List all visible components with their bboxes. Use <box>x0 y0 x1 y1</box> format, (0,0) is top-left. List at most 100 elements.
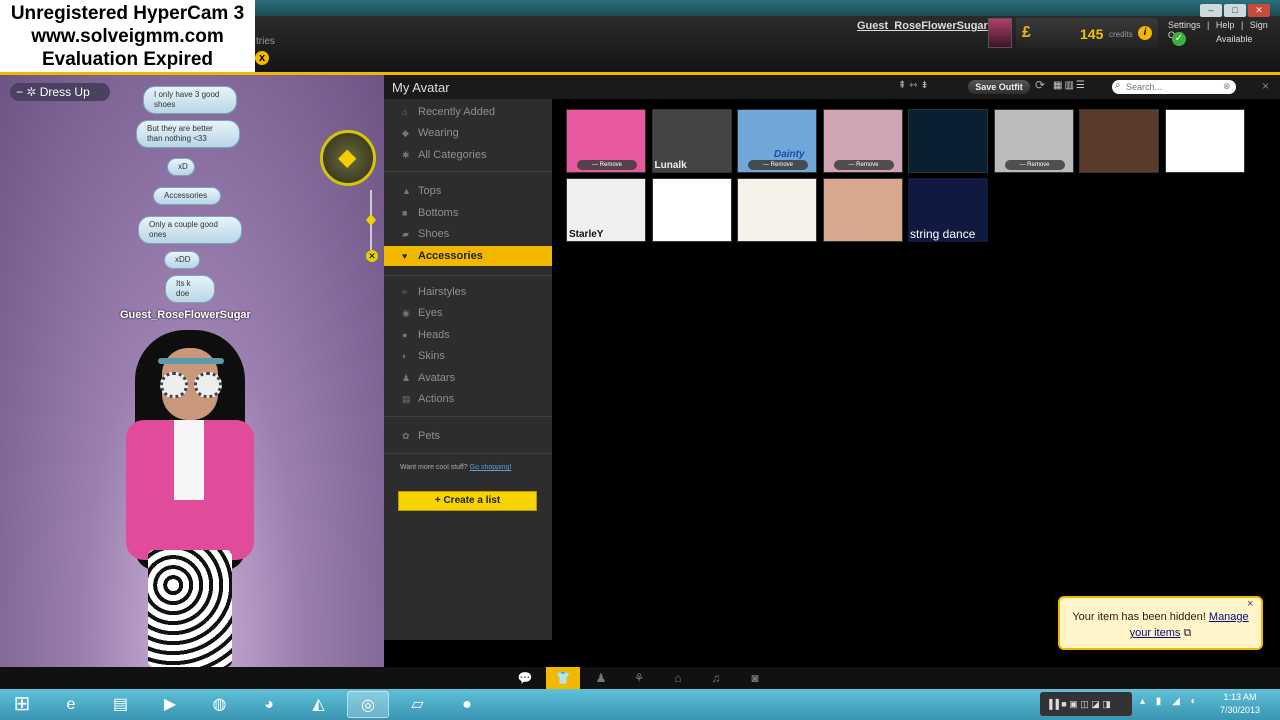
clock[interactable]: 1:13 AM 7/30/2013 <box>1212 691 1268 717</box>
remove-button[interactable]: — Remove <box>748 160 808 170</box>
media-app-icon[interactable]: ▶ <box>149 691 191 718</box>
heart-necklace-item[interactable]: — Remove <box>993 109 1074 173</box>
minimize-button[interactable]: – <box>1200 4 1222 17</box>
camera-icon[interactable]: ◙ <box>738 667 772 689</box>
scene-close-icon[interactable]: ✕ <box>366 250 378 262</box>
camera-nav-icon[interactable] <box>320 130 376 186</box>
explorer-app-icon[interactable]: ▤ <box>100 691 142 718</box>
gimp-app-icon[interactable]: ◭ <box>298 691 340 718</box>
eye-icon: ◉ <box>402 308 410 318</box>
go-shopping-link[interactable]: Go shopping! <box>470 464 512 471</box>
bottoms-icon: ■ <box>402 208 408 218</box>
category-label: Accessories <box>418 250 483 262</box>
imvu-app-icon[interactable]: ◎ <box>347 691 389 718</box>
paint-app-icon[interactable]: ▱ <box>397 691 439 718</box>
gold-bracelet-item[interactable] <box>908 109 988 173</box>
hoop-earring-item[interactable]: StarleY <box>566 178 646 242</box>
category-pets[interactable]: ✿ Pets <box>384 426 552 446</box>
tag-icon: ⌂ <box>402 107 408 117</box>
search-clear-icon[interactable]: ⊗ <box>1223 81 1231 92</box>
sunglasses-item[interactable]: — Remove <box>566 109 646 173</box>
dress-up-toggle[interactable]: − ✲ Dress Up <box>10 83 110 101</box>
category-label: Pets <box>418 430 441 442</box>
avatar-figure[interactable] <box>120 330 260 667</box>
view-mode-icons[interactable]: ▦▥☰ <box>1053 80 1087 91</box>
zoom-slider[interactable]: ✕ <box>366 190 378 262</box>
zoom-thumb[interactable] <box>366 214 376 226</box>
tile-caption: Lunalk <box>654 160 687 171</box>
key-item[interactable]: Lunalk <box>651 109 732 173</box>
category-actions[interactable]: ▤ Actions <box>384 389 552 409</box>
chat-nav-icon[interactable]: 💬 <box>508 667 542 689</box>
category-hairstyles[interactable]: ≈ Hairstyles <box>384 282 552 302</box>
watermark-close-icon[interactable]: x <box>255 51 269 65</box>
credits-value: 145 <box>1080 26 1104 42</box>
toast-close-icon[interactable]: × <box>1247 598 1253 610</box>
all-icon: ✱ <box>402 150 410 160</box>
category-wearing[interactable]: ◆ Wearing <box>384 123 552 143</box>
avatar-icon: ♟ <box>402 373 411 383</box>
bracelet-item[interactable]: — Remove Dainty <box>737 109 817 173</box>
settings-link[interactable]: Settings <box>1168 20 1201 30</box>
status-dropdown[interactable]: Available <box>1216 34 1252 44</box>
avatar-nav-icon[interactable]: ♟ <box>584 667 618 689</box>
category-label: All Categories <box>418 149 487 161</box>
record-app-icon[interactable]: ● <box>446 691 488 718</box>
string-dance-item[interactable]: string dance <box>908 178 988 242</box>
help-link[interactable]: Help <box>1216 20 1235 30</box>
save-outfit-button[interactable]: Save Outfit <box>968 80 1030 94</box>
divider <box>384 453 552 454</box>
music-nav-icon[interactable]: ♫ <box>699 667 733 689</box>
category-shoes[interactable]: ▰ Shoes <box>384 224 552 244</box>
recorder-controls[interactable]: ▐▐ ■ ▣ ◫ ◪ ◨ <box>1040 692 1132 716</box>
maximize-button[interactable]: □ <box>1224 4 1246 17</box>
tops-icon: ▲ <box>402 186 411 196</box>
lashes-item[interactable]: — Remove <box>822 109 903 173</box>
blue-eye-item[interactable] <box>822 178 903 242</box>
manage-link[interactable]: Manage <box>1209 611 1249 623</box>
ie-app-icon[interactable]: e <box>50 691 92 718</box>
start-button[interactable]: ⊞ <box>6 689 38 720</box>
credits-info-icon[interactable]: i <box>1138 26 1152 40</box>
chat-bubble: Its k doe <box>165 275 215 303</box>
category-avatars[interactable]: ♟ Avatars <box>384 368 552 388</box>
remove-button[interactable]: — Remove <box>833 160 894 170</box>
pose-icons[interactable]: ⇞ ⇿ ⇟ <box>898 80 929 91</box>
category-label: Skins <box>418 350 445 362</box>
category-heads[interactable]: ● Heads <box>384 325 552 345</box>
create-list-label: Create a list <box>443 495 501 506</box>
category-tops[interactable]: ▲ Tops <box>384 181 552 201</box>
category-recently-added[interactable]: ⌂ Recently Added <box>384 102 552 122</box>
chrome-app-icon[interactable]: ◍ <box>199 691 241 718</box>
category-eyes[interactable]: ◉ Eyes <box>384 303 552 323</box>
avatar-shirt <box>174 420 204 500</box>
create-list-button[interactable]: + Create a list <box>398 491 537 511</box>
category-label: Shoes <box>418 228 450 240</box>
username-link[interactable]: Guest_RoseFlowerSugar <box>857 20 988 32</box>
search-input[interactable] <box>1112 80 1236 94</box>
outfit-nav-icon[interactable]: 👕 <box>546 667 580 689</box>
mustache-item[interactable] <box>1164 109 1245 173</box>
panel-close-icon[interactable]: × <box>1262 79 1269 93</box>
poses-nav-icon[interactable]: ⚘ <box>622 667 656 689</box>
manage-items-link[interactable]: your items <box>1130 627 1181 639</box>
tray-icons[interactable]: ▴ ▮ ◢ ◐ <box>1140 696 1201 707</box>
home-nav-icon[interactable]: ⌂ <box>661 667 695 689</box>
firefox-app-icon[interactable]: ◕ <box>248 691 290 718</box>
avatar-thumbnail[interactable] <box>988 18 1012 48</box>
category-label: Actions <box>418 393 455 405</box>
toast-text: Your item has been hidden! <box>1072 611 1206 623</box>
link-separator: | <box>1240 20 1244 30</box>
dance-action-item[interactable] <box>651 178 732 242</box>
mustache-girl-item[interactable] <box>737 178 817 242</box>
window-close-button[interactable]: ✕ <box>1248 4 1270 17</box>
flower-necklace-item[interactable] <box>1079 109 1159 173</box>
category-bottoms[interactable]: ■ Bottoms <box>384 203 552 223</box>
category-label: Tops <box>418 185 442 197</box>
category-skins[interactable]: ◐ Skins <box>384 346 552 366</box>
remove-button[interactable]: — Remove <box>1004 160 1065 170</box>
category-all[interactable]: ✱ All Categories <box>384 145 552 165</box>
remove-button[interactable]: — Remove <box>577 160 637 170</box>
category-accessories[interactable]: ♥ Accessories <box>384 246 552 266</box>
refresh-icon[interactable]: ⟳ <box>1035 78 1045 92</box>
